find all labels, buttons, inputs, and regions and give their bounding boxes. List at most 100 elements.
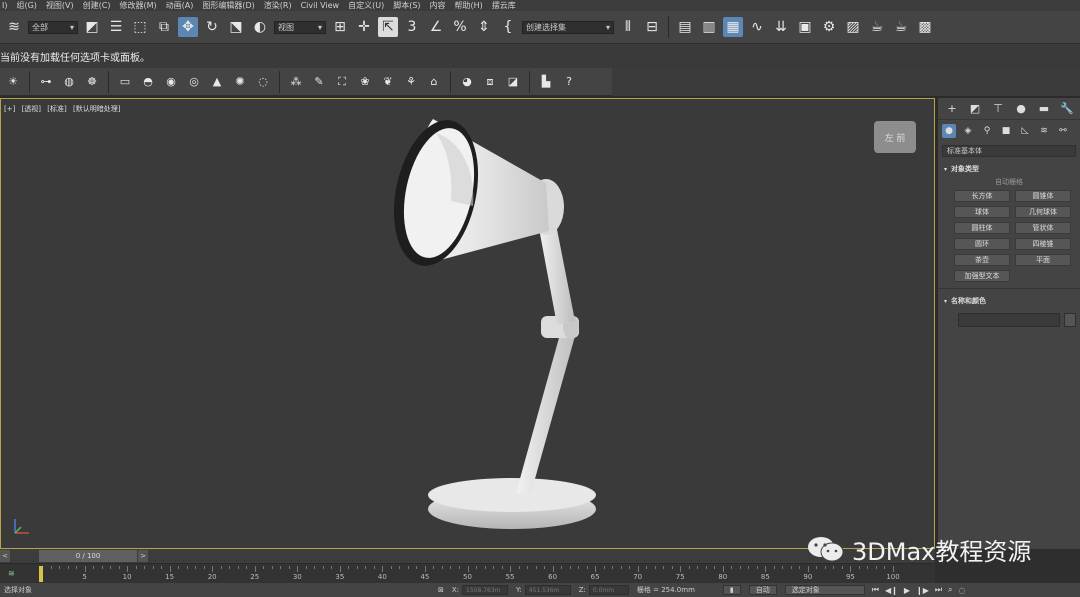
dynamics-icon[interactable]: ✎ (310, 73, 328, 91)
modify-tab-icon[interactable]: ◩ (967, 101, 983, 117)
box-primitive-icon[interactable]: ▭ (116, 73, 134, 91)
viewport-view-label[interactable]: [透视] (22, 105, 41, 113)
textplus-button[interactable]: 加强型文本 (954, 270, 1010, 282)
named-selection-dropdown[interactable]: 创建选择集 ▾ (522, 20, 614, 34)
desk-lamp-model[interactable] (381, 111, 611, 531)
schematic-view-icon[interactable]: ⇊ (771, 17, 791, 37)
zoom-icon[interactable]: ⌕ (945, 585, 955, 595)
terrain-icon[interactable]: ⌂ (425, 73, 443, 91)
object-name-input[interactable] (958, 313, 1060, 327)
viewport-menu-plus[interactable]: [+] (4, 105, 15, 113)
time-slider-track[interactable] (10, 550, 38, 562)
reference-coord-dropdown[interactable]: 视图 ▾ (274, 20, 326, 34)
key-filter-icon[interactable]: ≋ (8, 569, 15, 578)
torus-icon[interactable]: ◎ (185, 73, 203, 91)
y-input[interactable]: 451.536m (524, 585, 571, 595)
layer-explorer-icon[interactable]: ▥ (699, 17, 719, 37)
spinner-snap-icon[interactable]: ⇕ (474, 17, 494, 37)
object-type-rollout-header[interactable]: ▾ 对象类型 (938, 163, 1080, 175)
create-tab-icon[interactable]: + (944, 101, 960, 117)
display-tab-icon[interactable]: ▬ (1036, 101, 1052, 117)
spacewarps-subtab-icon[interactable]: ≋ (1037, 124, 1051, 138)
track-bar[interactable]: ≋ 5 10 15 20 25 30 35 40 45 50 55 60 65 70 75 80 85 90 95 1… (0, 563, 935, 583)
window-crossing-icon[interactable]: ⧉ (154, 17, 174, 37)
material-editor-icon[interactable]: ▣ (795, 17, 815, 37)
viewport-shading-label[interactable]: [标准] (47, 105, 66, 113)
sphere-button[interactable]: 球体 (954, 206, 1010, 218)
geometry-subtab-icon[interactable]: ● (942, 124, 956, 138)
display-panel-icon[interactable]: ▙ (537, 73, 555, 91)
menu-item[interactable]: 图形编辑器(D) (202, 0, 263, 11)
scale-icon[interactable]: ⬔ (226, 17, 246, 37)
hair-icon[interactable]: ❀ (356, 73, 374, 91)
ring-icon[interactable]: ◌ (254, 73, 272, 91)
percent-snap-icon[interactable]: % (450, 17, 470, 37)
sphere-grid-icon[interactable]: ◍ (60, 73, 78, 91)
render-teapot-icon[interactable]: ☕ (867, 17, 887, 37)
go-to-end-icon[interactable]: ⏭ (932, 585, 945, 595)
perspective-viewport[interactable]: [+] [透视] [标准] [默认明暗处理] 左 前 (0, 98, 935, 549)
cone-icon[interactable]: ▲ (208, 73, 226, 91)
auto-key-button[interactable]: 自动 (745, 585, 781, 595)
pivot-icon[interactable]: ⊞ (330, 17, 350, 37)
layers-icon[interactable]: ≋ (4, 17, 24, 37)
menu-item[interactable]: 渲染(R) (264, 0, 301, 11)
select-object-icon[interactable]: ◩ (82, 17, 102, 37)
angle-snap-icon[interactable]: ∠ (426, 17, 446, 37)
align-icon[interactable]: ⊟ (642, 17, 662, 37)
menu-item[interactable]: Civil View (301, 1, 349, 10)
ribbon-toggle-icon[interactable]: ▦ (723, 17, 743, 37)
rotate-icon[interactable]: ↻ (202, 17, 222, 37)
menu-item[interactable]: 自定义(U) (348, 0, 393, 11)
render-active-icon[interactable]: ☕ (891, 17, 911, 37)
go-to-start-icon[interactable]: ⏮ (869, 585, 882, 595)
menu-item[interactable]: 动画(A) (166, 0, 203, 11)
camera-icon[interactable]: ◪ (504, 73, 522, 91)
keyboard-shortcut-icon[interactable]: ⇱ (378, 17, 398, 37)
next-key-icon[interactable]: ❙▶ (913, 586, 932, 595)
menu-item[interactable]: 脚本(S) (393, 0, 429, 11)
teapot-button[interactable]: 茶壶 (954, 254, 1010, 266)
hemisphere-icon[interactable]: ◓ (139, 73, 157, 91)
mirror-icon[interactable]: ⫴ (618, 17, 638, 37)
systems-subtab-icon[interactable]: ⚯ (1056, 124, 1070, 138)
particle-icon[interactable]: ⁂ (287, 73, 305, 91)
utilities-tab-icon[interactable]: 🔧 (1059, 101, 1075, 117)
render-setup-icon[interactable]: ⚙ (819, 17, 839, 37)
z-input[interactable]: 0.0mm (588, 585, 629, 595)
scene-explorer-icon[interactable]: ▤ (675, 17, 695, 37)
time-cursor[interactable] (39, 566, 43, 582)
curve-editor-icon[interactable]: ∿ (747, 17, 767, 37)
autogrid-checkbox[interactable]: 自动栅格 (938, 177, 1080, 187)
play-icon[interactable]: ▶ (901, 586, 913, 595)
render-cloud-icon[interactable]: ▩ (915, 17, 935, 37)
plane-button[interactable]: 平面 (1015, 254, 1071, 266)
viewport-lighting-label[interactable]: [默认明暗处理] (73, 105, 120, 113)
menu-item[interactable]: I) (0, 1, 16, 10)
move-icon[interactable]: ✥ (178, 17, 198, 37)
lock-icon[interactable]: ⊠ (434, 586, 448, 594)
next-frame-arrow-icon[interactable]: > (138, 550, 148, 562)
lights-subtab-icon[interactable]: ⚲ (980, 124, 994, 138)
snap-3d-icon[interactable]: 3 (402, 17, 422, 37)
cylinder-button[interactable]: 圆柱体 (954, 222, 1010, 234)
name-color-rollout-header[interactable]: ▾ 名称和颜色 (938, 295, 1080, 307)
geosphere-button[interactable]: 几何球体 (1015, 206, 1071, 218)
pyramid-button[interactable]: 四棱锥 (1015, 238, 1071, 250)
cone-button[interactable]: 圆锥体 (1015, 190, 1071, 202)
x-input[interactable]: 1508.763m (462, 585, 509, 595)
menu-item[interactable]: 组(G) (16, 0, 45, 11)
cameras-subtab-icon[interactable]: ■ (999, 124, 1013, 138)
object-color-swatch[interactable] (1064, 313, 1076, 327)
rendered-frame-icon[interactable]: ▨ (843, 17, 863, 37)
globe-icon[interactable]: ◕ (458, 73, 476, 91)
crowd-icon[interactable]: ⚘ (402, 73, 420, 91)
prev-key-icon[interactable]: ◀❙ (882, 586, 901, 595)
time-slider-thumb[interactable]: 0 / 100 (39, 550, 137, 562)
placement-icon[interactable]: ◐ (250, 17, 270, 37)
tube-button[interactable]: 管状体 (1015, 222, 1071, 234)
selection-filter-dropdown[interactable]: 全部 ▾ (28, 20, 78, 34)
sun-icon[interactable]: ✺ (231, 73, 249, 91)
helpers-subtab-icon[interactable]: ◺ (1018, 124, 1032, 138)
set-key-icon[interactable]: ▮ (719, 585, 745, 595)
